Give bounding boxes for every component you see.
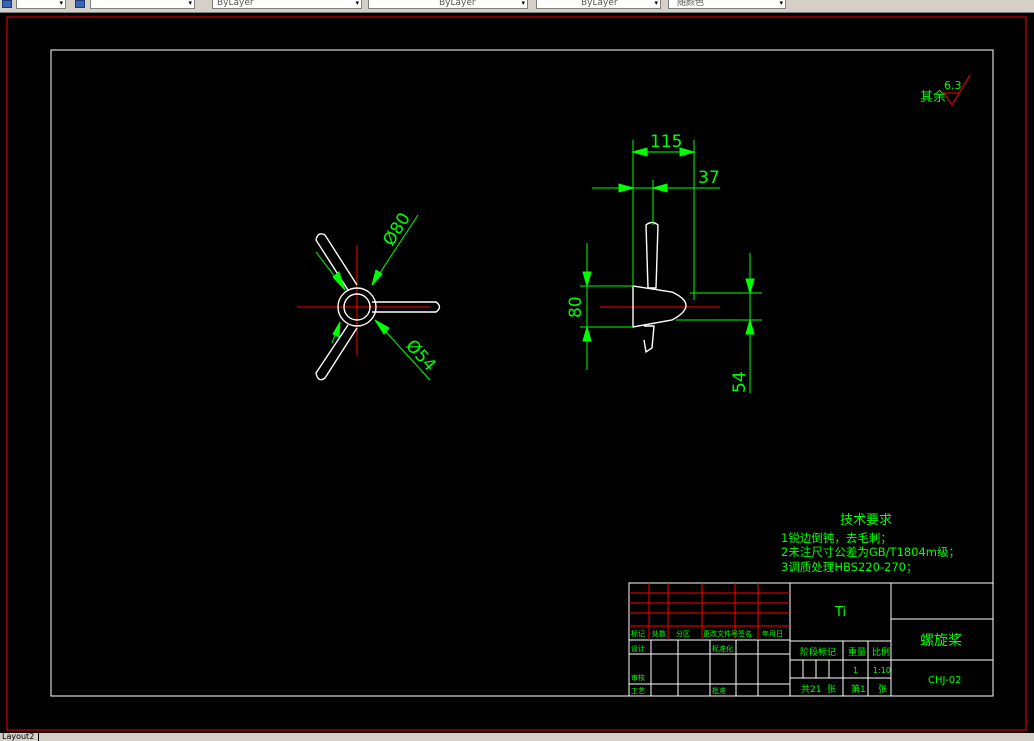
layer-combo[interactable]: ▾ [90, 0, 195, 9]
svg-text:标记: 标记 [631, 629, 645, 638]
layout-tab-bar: Layout2 [0, 733, 1034, 741]
drawing-number: CHJ-02 [928, 675, 961, 686]
chevron-down-icon: ▾ [355, 0, 359, 7]
tech-requirements-title: 技术要求 [840, 513, 892, 528]
svg-text:设计: 设计 [631, 644, 645, 653]
dim-80: 80 [566, 296, 586, 318]
side-view [600, 221, 720, 354]
color-combo[interactable]: ByLayer ▾ [212, 0, 362, 9]
linetype-combo[interactable]: ByLayer ▾ [368, 0, 528, 9]
svg-text:工艺: 工艺 [631, 687, 645, 695]
weight-label: 重量 [848, 646, 866, 658]
layer-state-combo[interactable]: ▾ [16, 0, 66, 9]
chevron-down-icon: ▾ [188, 0, 192, 7]
side-view-dimensions [580, 140, 762, 393]
dim-54: 54 [730, 371, 750, 393]
sheets-total: 共21 [801, 684, 821, 695]
tech-requirement-3: 3调质处理HBS220-270； [781, 560, 918, 574]
revision-headers: 标记 处数 分区 更改文件号 签名 年月日 设计 标准化 审核 工艺 批准 [631, 629, 783, 695]
chevron-down-icon: ▾ [654, 0, 658, 7]
dim-diameter-80: Ø80 [379, 209, 415, 249]
tech-requirement-2: 2未注尺寸公差为GB/T1804m级； [781, 545, 960, 559]
sheet-border [6, 16, 1027, 731]
sheet-number: 第1 [851, 683, 866, 695]
color-icon[interactable] [75, 0, 85, 8]
svg-text:分区: 分区 [676, 629, 690, 638]
plotstyle-combo[interactable]: 随颜色 ▾ [668, 0, 786, 9]
tech-requirement-1: 1锐边倒钝，去毛刺； [781, 531, 892, 545]
svg-text:批准: 批准 [712, 686, 726, 695]
roughness-value: 6.3 [944, 79, 962, 92]
drawing-frame [50, 49, 994, 697]
model-canvas[interactable]: Ø80 Ø54 115 37 80 54 其余 6.3 技术要求 1锐边倒钝，去… [0, 12, 1034, 733]
dim-diameter-54: Ø54 [401, 336, 439, 375]
svg-text:审核: 审核 [631, 673, 645, 682]
stage-mark-label: 阶段标记 [800, 646, 836, 658]
chevron-down-icon: ▾ [59, 0, 63, 7]
scale-value: 1:10 [873, 666, 891, 675]
roughness-label: 其余 [920, 89, 946, 105]
dim-115: 115 [650, 132, 682, 152]
dim-37: 37 [698, 168, 720, 188]
chevron-down-icon: ▾ [521, 0, 525, 7]
sheet-number-unit: 张 [878, 684, 887, 695]
layer-manager-icon[interactable] [2, 0, 12, 8]
material-label: Ti [834, 605, 846, 620]
svg-text:年月日: 年月日 [762, 629, 783, 638]
svg-text:处数: 处数 [652, 629, 666, 638]
part-name: 螺旋桨 [920, 632, 962, 649]
tab-layout2[interactable]: Layout2 [0, 733, 40, 741]
svg-text:签名: 签名 [738, 629, 752, 638]
sheets-total-unit: 张 [827, 684, 836, 695]
scale-label: 比例 [872, 646, 890, 658]
chevron-down-icon: ▾ [779, 0, 783, 7]
svg-text:更改文件号: 更改文件号 [703, 629, 738, 638]
svg-text:标准化: 标准化 [712, 644, 733, 653]
quantity-value: 1 [853, 666, 858, 675]
lineweight-combo[interactable]: ByLayer ▾ [536, 0, 661, 9]
